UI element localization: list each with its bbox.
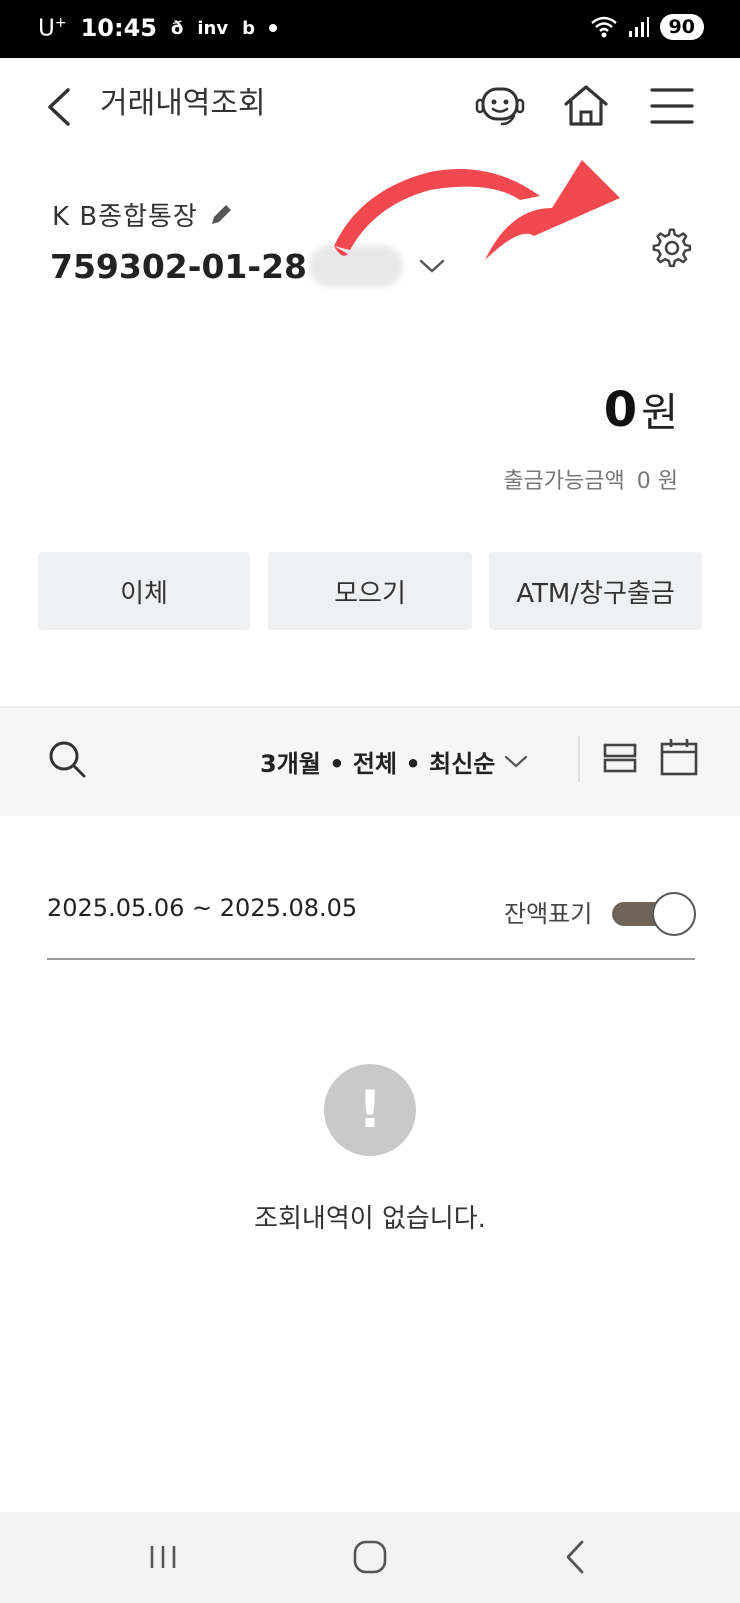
battery-badge: 90	[659, 14, 704, 40]
available-value: 0 원	[636, 469, 678, 494]
page-title: 거래내역조회	[100, 86, 266, 121]
period-range: 2025.05.06 ~ 2025.08.05	[47, 894, 358, 922]
gear-icon[interactable]	[652, 228, 694, 270]
app-header: 거래내역조회	[0, 58, 740, 153]
clock: 10:45	[80, 14, 157, 42]
filter-dropdown[interactable]: 3개월 • 전체 • 최신순	[260, 744, 529, 779]
transfer-button[interactable]: 이체	[38, 552, 250, 630]
carrier-label: U+	[38, 14, 67, 42]
account-name-row: K B종합통장	[52, 196, 234, 233]
balance-toggle[interactable]	[612, 892, 696, 936]
chevron-down-icon	[505, 755, 528, 767]
balance-display: 0 원	[604, 380, 678, 438]
alert-icon: !	[324, 1064, 416, 1156]
notification-icon-1: ð	[170, 17, 184, 39]
filter-bar: 3개월 • 전체 • 최신순	[0, 706, 740, 816]
balance-toggle-label: 잔액표기	[504, 900, 593, 928]
back-icon[interactable]	[40, 82, 80, 132]
available-label: 출금가능금액	[503, 469, 625, 494]
available-amount-row: 출금가능금액 0 원	[503, 463, 678, 495]
balance-unit: 원	[641, 390, 678, 436]
annotation-arrow	[334, 160, 620, 260]
signal-icon	[628, 17, 649, 37]
filter-separator	[578, 736, 580, 782]
wifi-icon	[590, 16, 617, 38]
atm-withdraw-button[interactable]: ATM/창구출금	[489, 552, 702, 630]
back-nav-icon[interactable]	[552, 1534, 602, 1580]
search-icon[interactable]	[46, 738, 88, 780]
balance-amount: 0	[603, 382, 638, 438]
notification-icon-3: b	[242, 17, 255, 39]
notification-dot-icon	[268, 24, 277, 32]
recent-apps-icon[interactable]	[138, 1534, 188, 1580]
system-nav-bar	[0, 1512, 740, 1603]
home-icon[interactable]	[560, 80, 612, 132]
account-number: 759302-01-28	[50, 246, 308, 286]
menu-icon[interactable]	[646, 80, 698, 132]
edit-pencil-icon[interactable]	[208, 202, 234, 228]
filter-label: 3개월 • 전체 • 최신순	[260, 750, 496, 778]
save-up-button[interactable]: 모으기	[268, 552, 472, 630]
notification-icon-2: inv	[197, 17, 229, 39]
list-view-icon[interactable]	[600, 738, 640, 778]
status-bar: U+ 10:45 ð inv b 90	[0, 0, 740, 58]
empty-message: 조회내역이 없습니다.	[254, 1204, 486, 1234]
home-button-icon[interactable]	[345, 1534, 395, 1580]
toggle-knob	[652, 892, 696, 936]
account-name: K B종합통장	[52, 202, 198, 232]
chatbot-icon[interactable]	[474, 80, 526, 132]
calendar-icon[interactable]	[658, 736, 700, 778]
period-divider	[47, 958, 695, 960]
